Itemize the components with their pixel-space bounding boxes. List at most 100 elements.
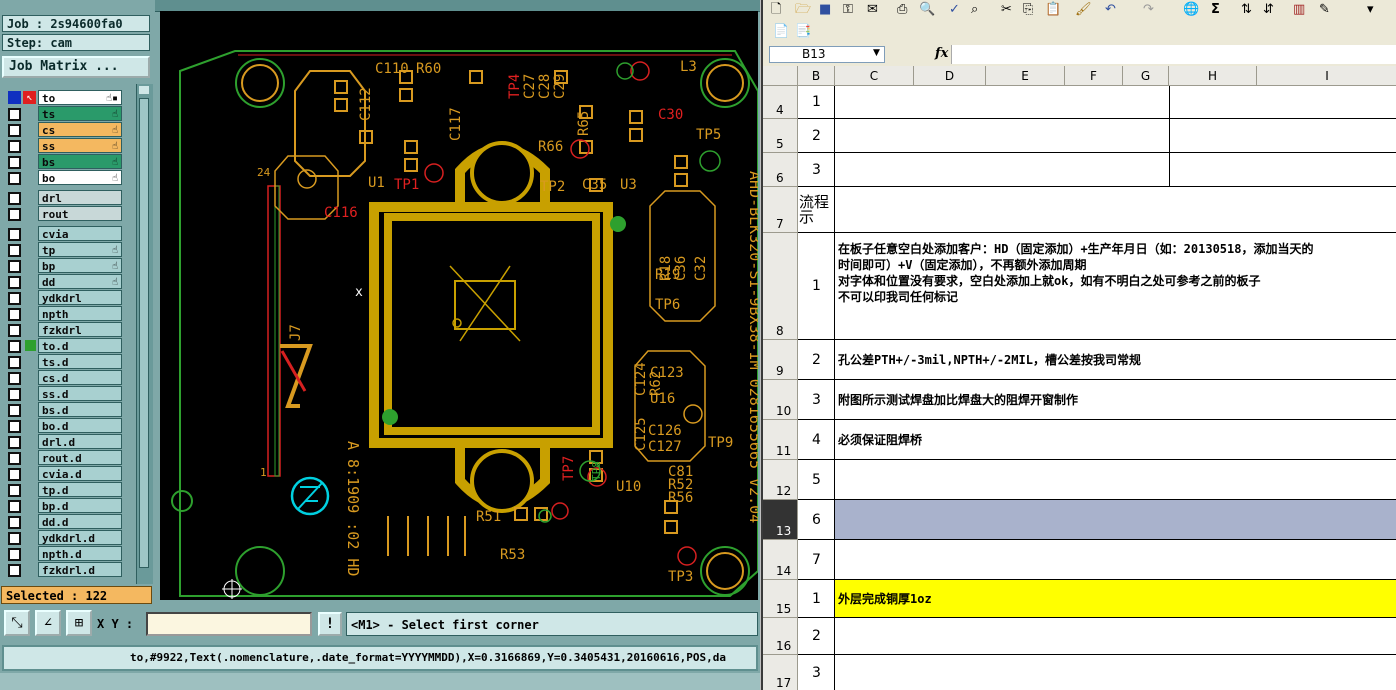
cell-b[interactable]: 3 bbox=[798, 380, 835, 420]
cell-b[interactable]: 5 bbox=[798, 460, 835, 500]
layer-row[interactable]: ts ☝ bbox=[3, 106, 125, 121]
print-icon[interactable]: ⎙ bbox=[897, 2, 907, 18]
column-header-d[interactable]: D bbox=[914, 66, 986, 86]
layer-name[interactable]: ss.d bbox=[38, 386, 122, 401]
row-header[interactable]: 14 bbox=[763, 540, 798, 580]
cell-c-merged[interactable] bbox=[835, 655, 1396, 690]
row-header[interactable]: 10 bbox=[763, 380, 798, 420]
column-header-h[interactable]: H bbox=[1169, 66, 1257, 86]
layer-row[interactable]: rout bbox=[3, 206, 125, 221]
layer-name[interactable]: to.d bbox=[38, 338, 122, 353]
column-header-e[interactable]: E bbox=[986, 66, 1065, 86]
row-header[interactable]: 12 bbox=[763, 460, 798, 500]
layer-name[interactable]: ts.d bbox=[38, 354, 122, 369]
email-icon[interactable]: ✉ bbox=[867, 2, 878, 18]
layer-name[interactable]: cs.d bbox=[38, 370, 122, 385]
layer-checkbox[interactable] bbox=[8, 260, 21, 273]
layer-row[interactable]: ss ☝ bbox=[3, 138, 125, 153]
layer-row[interactable]: cs.d bbox=[3, 370, 125, 385]
layer-row[interactable]: bp ☝ bbox=[3, 258, 125, 273]
formula-bar[interactable] bbox=[951, 45, 1396, 64]
layer-name[interactable]: drl.d bbox=[38, 434, 122, 449]
cell-c-merged[interactable] bbox=[835, 187, 1396, 233]
layer-row[interactable]: drl bbox=[3, 190, 125, 205]
layer-checkbox[interactable] bbox=[8, 208, 21, 221]
layer-checkbox[interactable] bbox=[8, 276, 21, 289]
cell-c-merged[interactable] bbox=[835, 500, 1396, 540]
row-header[interactable]: 15 bbox=[763, 580, 798, 618]
layer-row[interactable]: bo.d bbox=[3, 418, 125, 433]
layer-row[interactable]: dd.d bbox=[3, 514, 125, 529]
layer-name[interactable]: bp ☝ bbox=[38, 258, 122, 273]
layer-row[interactable]: cvia.d bbox=[3, 466, 125, 481]
layer-name[interactable]: tp.d bbox=[38, 482, 122, 497]
layer-checkbox[interactable] bbox=[8, 468, 21, 481]
drawing-icon[interactable]: ✎ bbox=[1319, 2, 1330, 18]
layer-name[interactable]: dd.d bbox=[38, 514, 122, 529]
cell-b[interactable]: 3 bbox=[798, 655, 835, 690]
layer-checkbox[interactable] bbox=[8, 436, 21, 449]
layer-checkbox[interactable] bbox=[8, 292, 21, 305]
layer-checkbox[interactable] bbox=[8, 108, 21, 121]
layer-checkbox[interactable] bbox=[8, 356, 21, 369]
cell-c-merged[interactable] bbox=[835, 119, 1396, 153]
cell-c-merged[interactable]: 外层完成铜厚1oz bbox=[835, 580, 1396, 618]
layer-row[interactable]: bs ☝ bbox=[3, 154, 125, 169]
row-header[interactable]: 7 bbox=[763, 187, 798, 233]
layer-checkbox[interactable] bbox=[8, 484, 21, 497]
work-layer-arrow-icon[interactable]: ↖ bbox=[23, 91, 36, 104]
cell-b[interactable]: 7 bbox=[798, 540, 835, 580]
print-preview-icon[interactable]: 🔍 bbox=[919, 2, 935, 18]
layer-checkbox[interactable] bbox=[8, 420, 21, 433]
layer-name[interactable]: rout bbox=[38, 206, 122, 221]
cell-c-merged[interactable]: 在板子任意空白处添加客户：HD（固定添加）+生产年月日（如：20130518，添… bbox=[835, 233, 1396, 340]
xy-input[interactable] bbox=[146, 612, 312, 636]
layer-row[interactable]: npth bbox=[3, 306, 125, 321]
layer-row[interactable]: tp.d bbox=[3, 482, 125, 497]
layer-row[interactable]: to ☝▪ ↖ bbox=[3, 90, 125, 105]
new-file-icon[interactable]: 🗋 bbox=[771, 2, 781, 18]
scroll-thumb[interactable] bbox=[139, 98, 149, 568]
cell-c-merged[interactable] bbox=[835, 618, 1396, 655]
layer-row[interactable]: dd ☝ bbox=[3, 274, 125, 289]
cell-c-merged[interactable]: 附图所示测试焊盘加比焊盘大的阻焊开窗制作 bbox=[835, 380, 1396, 420]
layer-name[interactable]: rout.d bbox=[38, 450, 122, 465]
sort-descending-icon[interactable]: ⇵ bbox=[1263, 2, 1274, 18]
row-header[interactable]: 4 bbox=[763, 86, 798, 119]
layer-row[interactable]: ss.d bbox=[3, 386, 125, 401]
layer-checkbox[interactable] bbox=[8, 308, 21, 321]
toolbar-options-icon[interactable]: ▾ bbox=[1367, 2, 1374, 18]
layer-checkbox[interactable] bbox=[8, 156, 21, 169]
scroll-up-icon[interactable] bbox=[139, 86, 149, 94]
snap-grid-icon[interactable]: ⊞ bbox=[66, 610, 92, 636]
hyperlink-icon[interactable]: 🌐 bbox=[1183, 2, 1199, 18]
layer-row[interactable]: bp.d bbox=[3, 498, 125, 513]
paste-icon[interactable]: 📋 bbox=[1045, 2, 1061, 18]
cell-b[interactable]: 2 bbox=[798, 618, 835, 655]
layer-name[interactable]: fzkdrl.d bbox=[38, 562, 122, 577]
layer-name[interactable]: ydkdrl.d bbox=[38, 530, 122, 545]
layer-row[interactable]: fzkdrl.d bbox=[3, 562, 125, 577]
layer-checkbox[interactable] bbox=[8, 244, 21, 257]
column-header-i[interactable]: I bbox=[1257, 66, 1396, 86]
cell-c-merged[interactable] bbox=[835, 540, 1396, 580]
cell-c-merged[interactable] bbox=[835, 460, 1396, 500]
layer-name[interactable]: ydkdrl bbox=[38, 290, 122, 305]
layer-row[interactable]: npth.d bbox=[3, 546, 125, 561]
pdf-icon[interactable]: 📄 bbox=[773, 24, 789, 40]
layer-row[interactable]: tp ☝ bbox=[3, 242, 125, 257]
layer-checkbox[interactable] bbox=[8, 192, 21, 205]
layer-checkbox[interactable] bbox=[8, 452, 21, 465]
layer-checkbox[interactable] bbox=[8, 532, 21, 545]
layer-checkbox[interactable] bbox=[8, 372, 21, 385]
cell-b[interactable]: 1 bbox=[798, 580, 835, 618]
layer-row[interactable]: ydkdrl bbox=[3, 290, 125, 305]
cut-icon[interactable]: ✂ bbox=[1001, 2, 1012, 18]
layer-row[interactable]: ydkdrl.d bbox=[3, 530, 125, 545]
alert-button[interactable]: ! bbox=[318, 612, 342, 636]
layer-checkbox[interactable] bbox=[8, 564, 21, 577]
layer-name[interactable]: ts ☝ bbox=[38, 106, 122, 121]
cell-b[interactable]: 2 bbox=[798, 340, 835, 380]
layer-name[interactable]: drl bbox=[38, 190, 122, 205]
layer-row[interactable]: ts.d bbox=[3, 354, 125, 369]
